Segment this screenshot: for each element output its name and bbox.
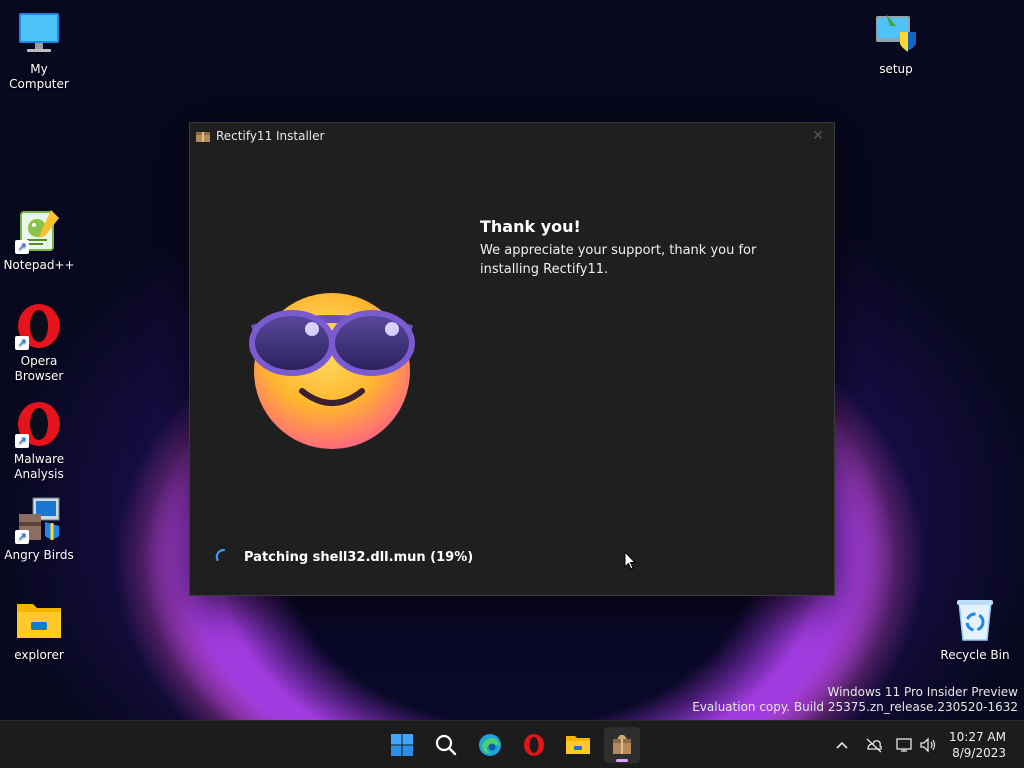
window-title: Rectify11 Installer	[216, 129, 325, 143]
desktop-icon-label: Malware Analysis	[13, 452, 65, 481]
watermark-build: Evaluation copy. Build 25375.zn_release.…	[692, 700, 1018, 714]
computer-icon	[15, 10, 63, 58]
taskbar: 10:27 AM 8/9/2023	[0, 720, 1024, 768]
opera-icon	[524, 734, 544, 756]
search-icon	[435, 734, 457, 756]
network-button[interactable]	[864, 735, 884, 755]
desktop-icon-notepadpp[interactable]: ↗ Notepad++	[1, 206, 77, 273]
windows-watermark: Windows 11 Pro Insider Preview Evaluatio…	[692, 685, 1018, 715]
desktop-icon-recycle-bin[interactable]: Recycle Bin	[937, 596, 1013, 663]
watermark-edition: Windows 11 Pro Insider Preview	[827, 685, 1018, 699]
clock-date: 8/9/2023	[952, 746, 1006, 760]
desktop-icon-label: Opera Browser	[14, 354, 64, 383]
close-icon: ✕	[812, 128, 824, 144]
start-button[interactable]	[384, 727, 420, 763]
desktop-icon-label: setup	[879, 62, 913, 76]
recycle-bin-icon	[951, 596, 999, 644]
opera-icon: ↗	[15, 400, 63, 448]
shortcut-arrow-icon: ↗	[15, 240, 29, 254]
volume-icon	[920, 737, 936, 753]
active-app-indicator	[616, 759, 628, 762]
opera-icon: ↗	[15, 302, 63, 350]
installer-window[interactable]: Rectify11 Installer ✕ Thank you! We appr…	[189, 122, 835, 596]
desktop-icon-malware-analysis[interactable]: ↗ Malware Analysis	[1, 400, 77, 482]
desktop-icon-angry-birds[interactable]: ↗ Angry Birds	[1, 496, 77, 563]
progress-status-text: Patching shell32.dll.mun (19%)	[244, 549, 474, 565]
show-hidden-icons-button[interactable]	[832, 735, 852, 755]
opera-button[interactable]	[516, 727, 552, 763]
volume-button[interactable]	[918, 735, 938, 755]
loading-spinner-icon	[215, 548, 226, 562]
search-button[interactable]	[428, 727, 464, 763]
clock-time: 10:27 AM	[949, 730, 1006, 744]
thank-you-message: We appreciate your support, thank you fo…	[480, 243, 757, 277]
edge-button[interactable]	[472, 727, 508, 763]
desktop-icon-setup[interactable]: setup	[858, 10, 934, 77]
shortcut-arrow-icon: ↗	[15, 530, 29, 544]
display-button[interactable]	[895, 735, 915, 755]
network-off-icon	[866, 738, 882, 753]
desktop-icon-label: explorer	[14, 648, 64, 662]
desktop-icon-label: Angry Birds	[4, 548, 74, 562]
close-button[interactable]: ✕	[810, 128, 826, 144]
desktop-icon-explorer[interactable]: explorer	[1, 596, 77, 663]
display-icon	[896, 738, 912, 752]
mouse-cursor-icon	[624, 551, 636, 570]
notepadpp-icon: ↗	[15, 206, 63, 254]
taskbar-clock[interactable]: 10:27 AM 8/9/2023	[949, 729, 1006, 761]
folder-icon	[15, 596, 63, 644]
shortcut-arrow-icon: ↗	[15, 434, 29, 448]
installer-icon: ↗	[15, 496, 63, 544]
progress-status: Patching shell32.dll.mun (19%)	[214, 547, 473, 567]
desktop-icon-label: Recycle Bin	[940, 648, 1010, 662]
window-titlebar[interactable]: Rectify11 Installer	[190, 123, 834, 149]
desktop-icon-opera-browser[interactable]: ↗ Opera Browser	[1, 302, 77, 384]
smiling-sunglasses-emoji-icon	[246, 291, 418, 451]
desktop-icon-my-computer[interactable]: My Computer	[1, 10, 77, 92]
installer-taskbar-button[interactable]	[604, 727, 640, 763]
edge-icon	[479, 734, 501, 756]
thank-you-heading: Thank you!	[480, 217, 581, 236]
file-explorer-button[interactable]	[560, 727, 596, 763]
desktop-icon-label: Notepad++	[3, 258, 75, 272]
setup-shield-icon	[872, 10, 920, 58]
installer-box-icon	[196, 132, 210, 142]
file-explorer-icon	[566, 736, 590, 754]
installer-icon	[613, 735, 631, 754]
chevron-up-icon	[836, 741, 848, 749]
start-icon	[391, 734, 413, 756]
shortcut-arrow-icon: ↗	[15, 336, 29, 350]
desktop-icon-label: My Computer	[9, 62, 69, 91]
